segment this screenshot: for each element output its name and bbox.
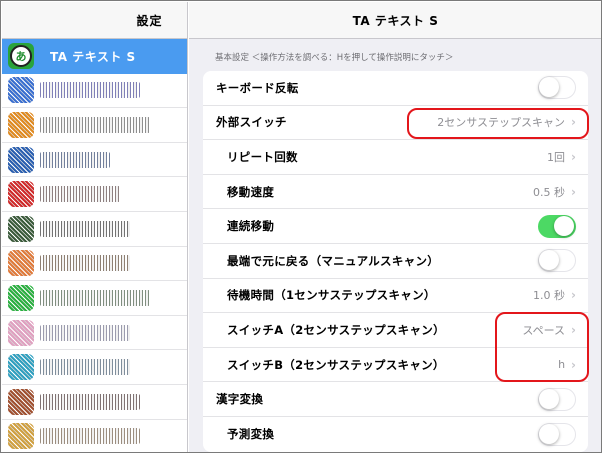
sidebar-item-blurred[interactable] — [2, 108, 187, 143]
settings-row[interactable]: 漢字変換 — [203, 382, 588, 417]
row-label: キーボード反転 — [216, 80, 299, 95]
app-icon — [8, 319, 34, 346]
sidebar-app-list — [2, 74, 187, 452]
sidebar-item-blurred[interactable] — [2, 385, 187, 420]
sidebar-item-blurred[interactable] — [2, 281, 187, 316]
app-icon — [8, 388, 34, 415]
row-label: リピート回数 — [227, 149, 298, 164]
settings-row[interactable]: 待機時間（1センサステップスキャン） 1.0 秒 › — [203, 279, 588, 314]
blurred-label — [40, 116, 150, 133]
section-caption: 基本設定 ＜操作方法を調べる：Hを押して操作説明にタッチ＞ — [215, 53, 454, 63]
app-icon — [8, 181, 34, 208]
sidebar-item-blurred[interactable] — [2, 143, 187, 178]
sidebar-item-label: TA テキスト S — [50, 49, 136, 64]
row-value: スペース — [522, 323, 566, 337]
blurred-label — [40, 220, 130, 237]
blurred-label — [40, 393, 140, 410]
row-label: 漢字変換 — [216, 392, 264, 407]
row-value: h — [558, 358, 566, 372]
toggle-switch[interactable] — [538, 249, 576, 273]
settings-row[interactable]: 外部スイッチ 2センサステップスキャン › — [203, 106, 588, 141]
app-icon — [8, 146, 34, 173]
sidebar-item-blurred[interactable] — [2, 247, 187, 282]
sidebar-item-ta-text-s[interactable]: あ TA テキスト S — [2, 39, 187, 74]
toggle-switch[interactable] — [538, 387, 576, 411]
settings-row[interactable]: キーボード反転 — [203, 71, 588, 106]
app-icon — [8, 77, 34, 104]
blurred-label — [40, 324, 130, 341]
app-icon — [8, 215, 34, 242]
row-label: スイッチB（2センサステップスキャン） — [227, 357, 445, 372]
toggle-switch[interactable] — [538, 422, 576, 446]
toggle-switch[interactable] — [538, 214, 576, 238]
app-icon — [8, 111, 34, 138]
settings-row[interactable]: 移動速度 0.5 秒 › — [203, 175, 588, 210]
settings-row[interactable]: 最端で元に戻る（マニュアルスキャン） — [203, 244, 588, 279]
row-label: スイッチA（2センサステップスキャン） — [227, 322, 445, 337]
window-frame: 設定 あ TA テキスト S TA テキスト S 基本設定 ＜操作方法を調べる：… — [0, 0, 602, 453]
ta-text-s-app-icon: あ — [8, 43, 34, 70]
settings-detail-pane: TA テキスト S 基本設定 ＜操作方法を調べる：Hを押して操作説明にタッチ＞ … — [189, 2, 601, 452]
chevron-right-icon: › — [571, 357, 576, 372]
app-icon — [8, 284, 34, 311]
settings-sidebar: 設定 あ TA テキスト S — [2, 2, 188, 452]
sidebar-item-blurred[interactable] — [2, 177, 187, 212]
row-value: 0.5 秒 — [533, 185, 566, 199]
app-icon — [8, 354, 34, 381]
sidebar-item-blurred[interactable] — [2, 350, 187, 385]
sidebar-item-blurred[interactable] — [2, 420, 187, 452]
chevron-right-icon: › — [571, 149, 576, 164]
blurred-label — [40, 289, 150, 306]
page-title: TA テキスト S — [352, 13, 439, 28]
toggle-switch[interactable] — [538, 76, 576, 100]
blurred-label — [40, 186, 120, 203]
settings-row[interactable]: スイッチB（2センサステップスキャン） h › — [203, 348, 588, 383]
sidebar-item-blurred[interactable] — [2, 74, 187, 109]
sidebar-header: 設定 — [2, 2, 187, 39]
app-icon — [8, 250, 34, 277]
sidebar-title: 設定 — [136, 13, 163, 28]
blurred-label — [40, 82, 140, 99]
row-value: 2センサステップスキャン — [437, 116, 566, 130]
chevron-right-icon: › — [571, 322, 576, 337]
chevron-right-icon: › — [571, 115, 576, 130]
settings-row[interactable]: 連続移動 — [203, 209, 588, 244]
row-label: 待機時間（1センサステップスキャン） — [227, 288, 436, 303]
row-label: 最端で元に戻る（マニュアルスキャン） — [227, 253, 440, 268]
settings-row[interactable]: 予測変換 — [203, 417, 588, 452]
row-label: 予測変換 — [227, 427, 275, 442]
app-icon — [8, 423, 34, 450]
row-value: 1回 — [547, 150, 566, 164]
chevron-right-icon: › — [571, 288, 576, 303]
row-label: 連続移動 — [227, 219, 275, 234]
row-label: 外部スイッチ — [216, 115, 287, 130]
settings-group: キーボード反転 外部スイッチ 2センサステップスキャン › リピート回数 1回 › 移動速度 0… — [203, 71, 588, 452]
blurred-label — [40, 428, 140, 445]
blurred-label — [40, 255, 130, 272]
settings-row[interactable]: リピート回数 1回 › — [203, 140, 588, 175]
sidebar-item-blurred[interactable] — [2, 212, 187, 247]
row-value: 1.0 秒 — [533, 289, 566, 303]
sidebar-item-blurred[interactable] — [2, 316, 187, 351]
blurred-label — [40, 359, 130, 376]
detail-header: TA テキスト S — [189, 2, 601, 39]
settings-row[interactable]: スイッチA（2センサステップスキャン） スペース › — [203, 313, 588, 348]
blurred-label — [40, 151, 110, 168]
row-label: 移動速度 — [227, 184, 275, 199]
chevron-right-icon: › — [571, 184, 576, 199]
